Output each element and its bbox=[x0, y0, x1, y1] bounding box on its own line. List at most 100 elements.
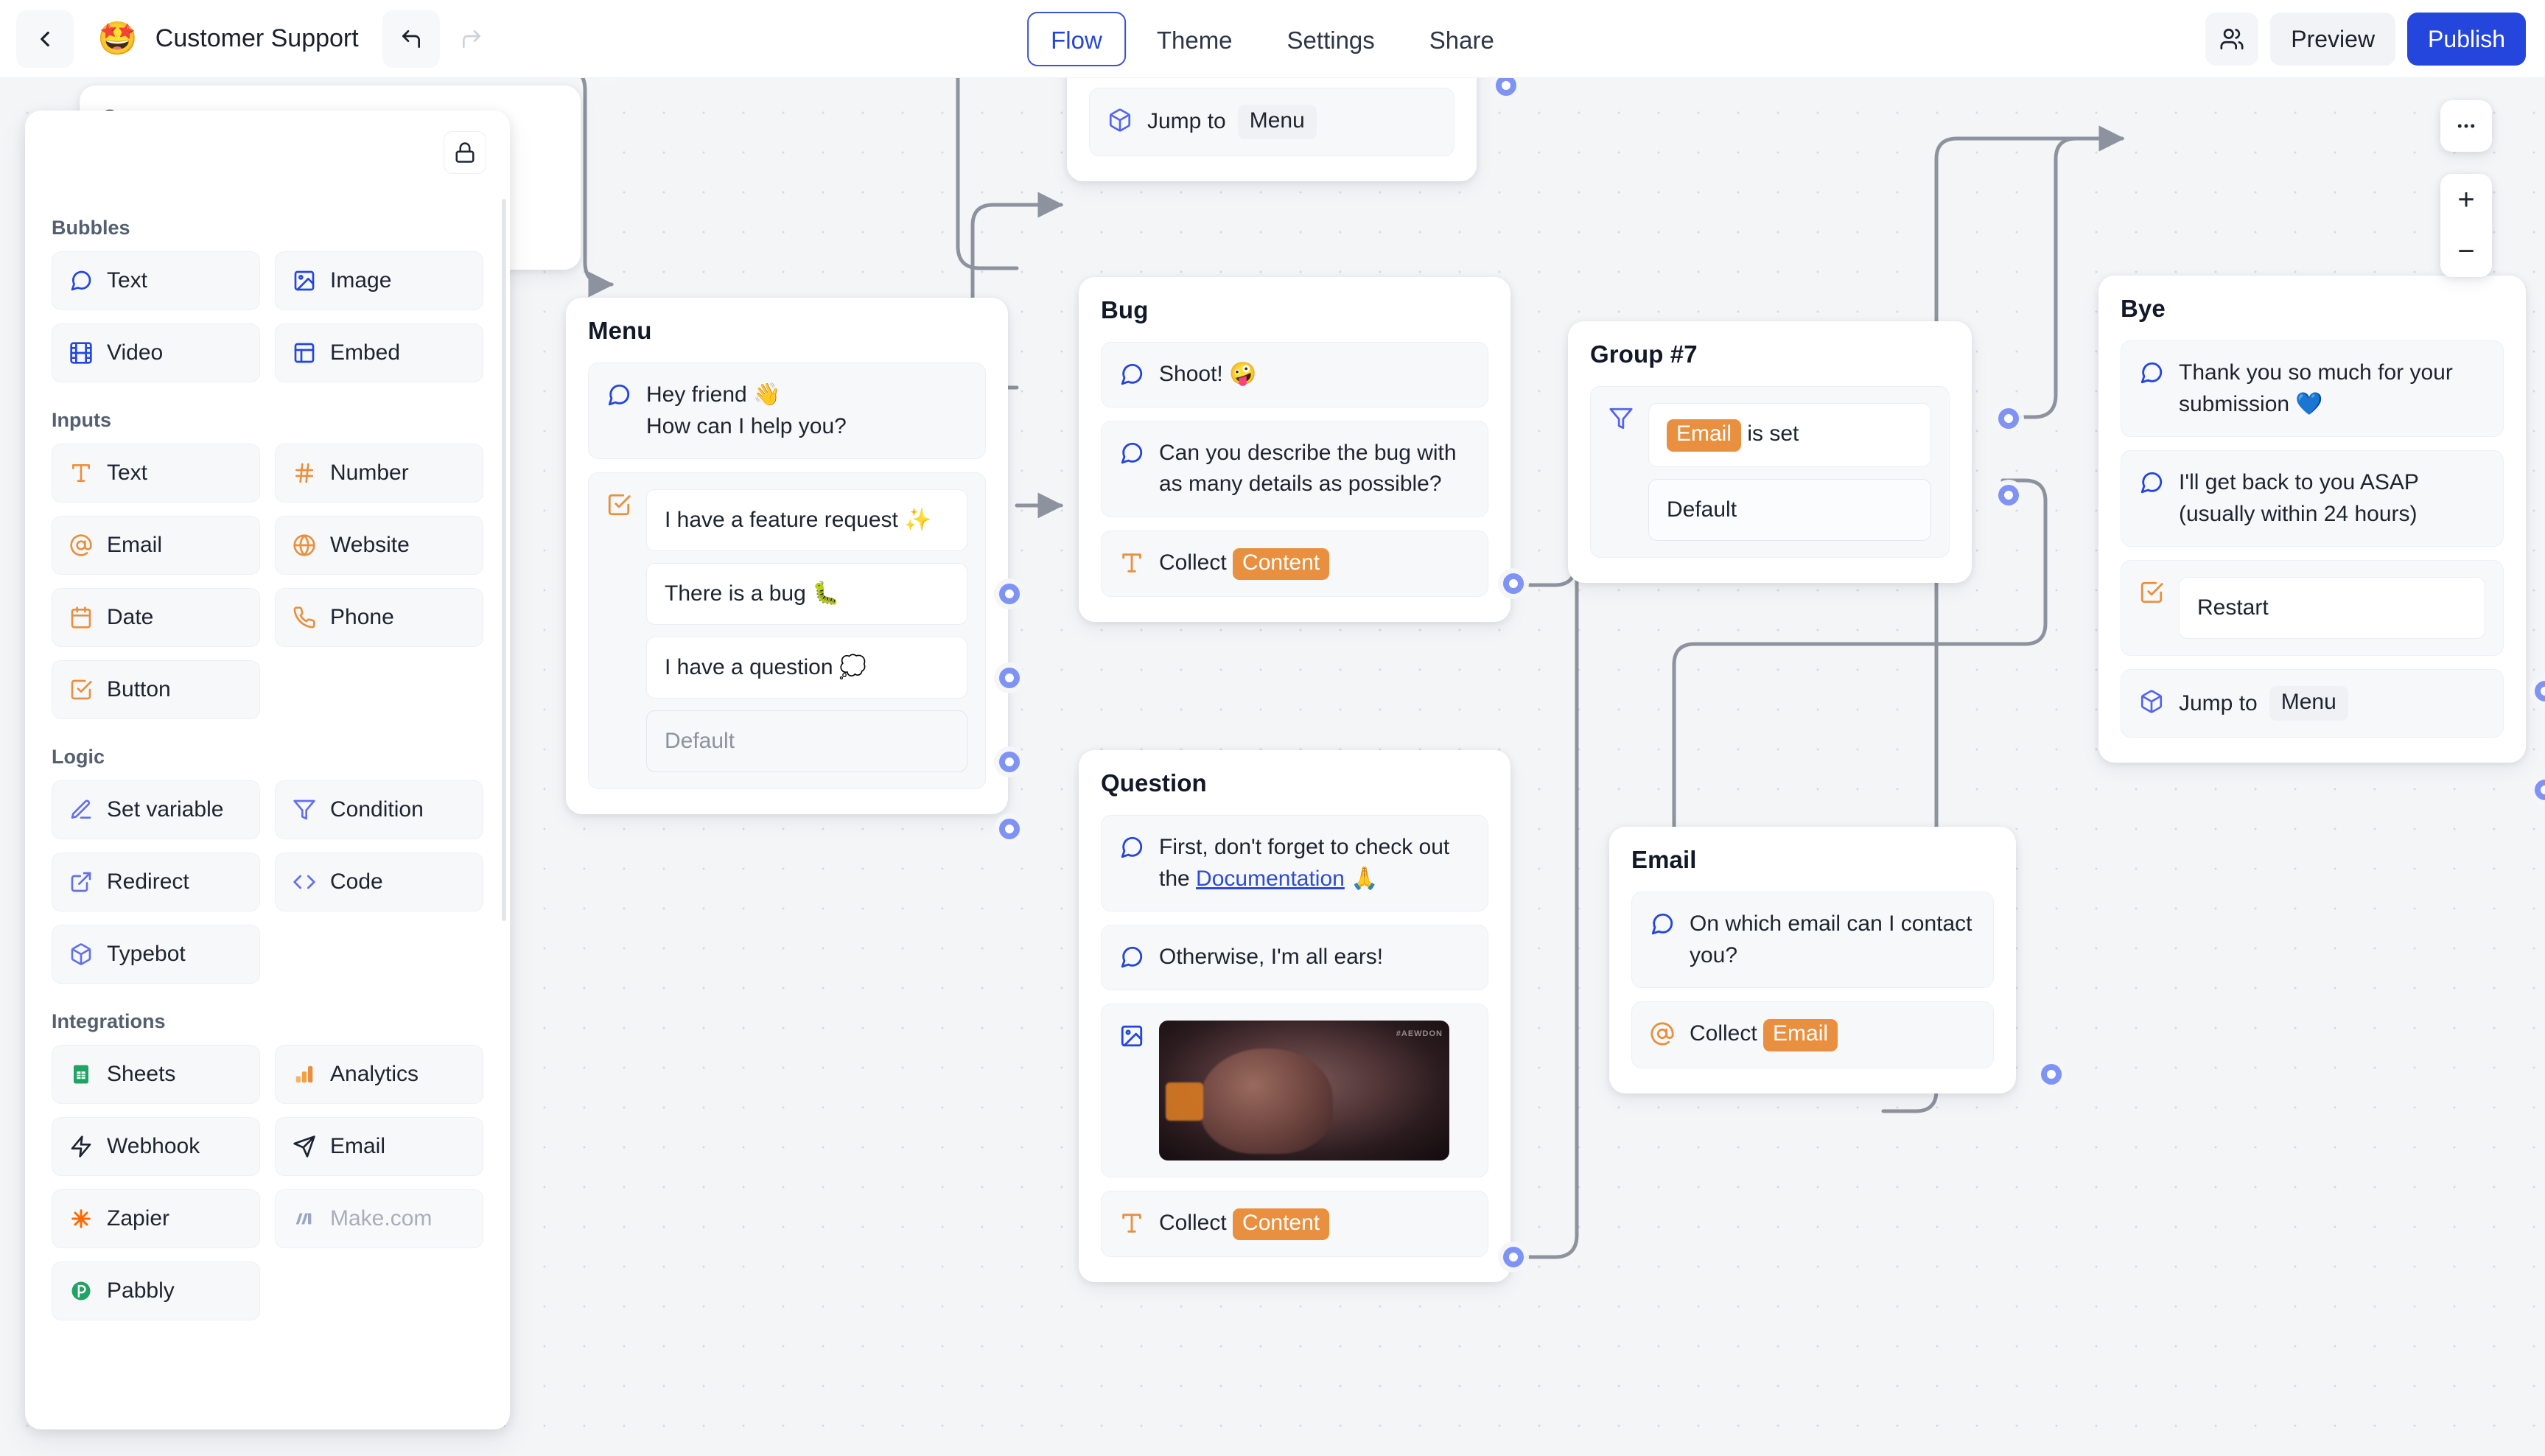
sidebar-item-input-date[interactable]: Date bbox=[52, 588, 260, 647]
collect-variable-email[interactable]: Email bbox=[1763, 1019, 1838, 1051]
group-card-menu[interactable]: Menu Hey friend 👋 How can I help you? I … bbox=[566, 298, 1008, 815]
sidebar-item-input-number[interactable]: Number bbox=[275, 444, 483, 503]
sidebar-item-input-email[interactable]: Email bbox=[52, 516, 260, 575]
block-input-question-collect[interactable]: Collect Content bbox=[1101, 1190, 1488, 1258]
block-condition-group7[interactable]: Email is set Default bbox=[1590, 386, 1950, 558]
sidebar-item-label: Redirect bbox=[107, 869, 189, 894]
menu-choice-2[interactable]: I have a question 💭 bbox=[646, 637, 967, 699]
sidebar-item-bubble-video[interactable]: Video bbox=[52, 323, 260, 382]
connector-dot-group7-0[interactable] bbox=[1998, 408, 2019, 429]
sidebar-item-logic-code[interactable]: Code bbox=[275, 853, 483, 911]
group7-default-branch[interactable]: Default bbox=[1648, 478, 1931, 541]
block-buttons-menu[interactable]: I have a feature request ✨ There is a bu… bbox=[588, 472, 986, 790]
preview-button[interactable]: Preview bbox=[2270, 13, 2396, 66]
tab-settings[interactable]: Settings bbox=[1264, 12, 1398, 66]
block-input-bug-collect[interactable]: Collect Content bbox=[1101, 530, 1488, 598]
tab-flow[interactable]: Flow bbox=[1027, 12, 1126, 66]
ellipsis-icon[interactable] bbox=[2440, 100, 2492, 152]
connector-dot-bug-out[interactable] bbox=[1503, 573, 1524, 594]
block-bubble-question-1[interactable]: Otherwise, I'm all ears! bbox=[1101, 925, 1488, 990]
connector-dot-topcut[interactable] bbox=[1496, 78, 1516, 96]
sidebar-item-logic-condition[interactable]: Condition bbox=[275, 780, 483, 839]
canvas-more-menu[interactable] bbox=[2440, 100, 2492, 152]
sidebar-section-logic: Logic bbox=[52, 746, 105, 768]
connector-dot-menu-2[interactable] bbox=[999, 752, 1020, 772]
group-card-group7[interactable]: Group #7 Email is set Default bbox=[1568, 321, 1972, 583]
block-bubble-email[interactable]: On which email can I contact you? bbox=[1631, 892, 1994, 989]
sidebar-item-label: Text bbox=[107, 461, 148, 485]
group-card-question[interactable]: Question First, don't forget to check ou… bbox=[1079, 750, 1510, 1283]
block-buttons-bye[interactable]: Restart bbox=[2121, 560, 2504, 657]
connector-dot-bye-restart[interactable] bbox=[2535, 681, 2545, 701]
zoom-out-button[interactable]: − bbox=[2440, 225, 2492, 277]
sidebar-item-input-phone[interactable]: Phone bbox=[275, 588, 483, 647]
tab-share[interactable]: Share bbox=[1406, 12, 1518, 66]
sidebar-scrollbar[interactable] bbox=[502, 199, 506, 921]
canvas-zoom-controls[interactable]: + − bbox=[2440, 174, 2492, 277]
sidebar-item-input-website[interactable]: Website bbox=[275, 516, 483, 575]
collect-label-question: Collect bbox=[1159, 1210, 1227, 1235]
sidebar-item-integration-zapier[interactable]: Zapier bbox=[52, 1189, 260, 1248]
sidebar-item-bubble-embed[interactable]: Embed bbox=[275, 323, 483, 382]
publish-button[interactable]: Publish bbox=[2407, 13, 2526, 66]
connector-dot-menu-default[interactable] bbox=[999, 819, 1020, 839]
group7-condition-branch[interactable]: Email is set bbox=[1648, 403, 1931, 467]
sidebar-item-input-button[interactable]: Button bbox=[52, 660, 260, 719]
block-bubble-menu-greeting[interactable]: Hey friend 👋 How can I help you? bbox=[588, 363, 986, 460]
menu-choice-0[interactable]: I have a feature request ✨ bbox=[646, 489, 967, 552]
zoom-in-button[interactable]: + bbox=[2440, 174, 2492, 225]
collect-variable-bug[interactable]: Content bbox=[1233, 547, 1330, 581]
sidebar-item-integration-email[interactable]: Email bbox=[275, 1117, 483, 1176]
jump-target-topcut[interactable]: Menu bbox=[1237, 104, 1317, 139]
sidebar-item-integration-make[interactable]: Make.com bbox=[275, 1189, 483, 1248]
make-icon bbox=[292, 1206, 317, 1231]
sidebar-item-integration-analytics[interactable]: Analytics bbox=[275, 1045, 483, 1104]
connector-dot-menu-1[interactable] bbox=[999, 668, 1020, 688]
lock-sidebar-button[interactable] bbox=[444, 131, 486, 174]
tab-theme[interactable]: Theme bbox=[1133, 12, 1256, 66]
sidebar-item-integration-pabbly[interactable]: Pabbly bbox=[52, 1261, 260, 1320]
group-card-email[interactable]: Email On which email can I contact you? … bbox=[1609, 827, 2016, 1093]
group-card-topcut[interactable]: Jump to Menu bbox=[1067, 78, 1477, 181]
sidebar-item-bubble-image[interactable]: Image bbox=[275, 251, 483, 310]
collaborators-button[interactable] bbox=[2205, 13, 2259, 66]
connector-dot-group7-default[interactable] bbox=[1998, 485, 2019, 505]
connector-dot-email-out[interactable] bbox=[2041, 1064, 2062, 1085]
sidebar-item-label: Phone bbox=[330, 605, 394, 629]
condition-variable-group7[interactable]: Email bbox=[1667, 419, 1742, 452]
block-bubble-bye-1[interactable]: I'll get back to you ASAP (usually withi… bbox=[2121, 450, 2504, 547]
menu-choice-default[interactable]: Default bbox=[646, 710, 967, 773]
bubble-text-question-1: Otherwise, I'm all ears! bbox=[1159, 945, 1384, 970]
block-jump-bye[interactable]: Jump to Menu bbox=[2121, 669, 2504, 738]
group-card-bye[interactable]: Bye Thank you so much for your submissio… bbox=[2098, 276, 2526, 763]
block-bubble-question-0[interactable]: First, don't forget to check out the Doc… bbox=[1101, 815, 1488, 912]
sidebar-item-input-text[interactable]: Text bbox=[52, 444, 260, 503]
menu-choice-1[interactable]: There is a bug 🐛 bbox=[646, 563, 967, 626]
sidebar-item-logic-set-variable[interactable]: Set variable bbox=[52, 780, 260, 839]
sidebar-item-integration-sheets[interactable]: Sheets bbox=[52, 1045, 260, 1104]
connector-dot-question-out[interactable] bbox=[1503, 1247, 1524, 1267]
jump-target-bye[interactable]: Menu bbox=[2269, 686, 2348, 721]
redo-button[interactable] bbox=[443, 10, 500, 68]
sidebar-item-logic-typebot[interactable]: Typebot bbox=[52, 925, 260, 984]
group-card-bug[interactable]: Bug Shoot! 🤪 Can you describe the bug wi… bbox=[1079, 277, 1510, 623]
block-jump-topcut[interactable]: Jump to Menu bbox=[1089, 87, 1454, 156]
sidebar-item-label: Text bbox=[107, 268, 148, 293]
undo-button[interactable] bbox=[382, 10, 440, 68]
block-image-question[interactable]: #AEWDON bbox=[1101, 1003, 1488, 1177]
bye-choice-restart[interactable]: Restart bbox=[2179, 577, 2485, 640]
documentation-link[interactable]: Documentation bbox=[1196, 867, 1345, 891]
question-image-thumbnail[interactable]: #AEWDON bbox=[1159, 1020, 1449, 1161]
block-bubble-bug-1[interactable]: Can you describe the bug with as many de… bbox=[1101, 420, 1488, 517]
back-button[interactable] bbox=[16, 10, 74, 68]
connector-dot-menu-0[interactable] bbox=[999, 584, 1020, 604]
collect-variable-question[interactable]: Content bbox=[1233, 1208, 1330, 1241]
block-bubble-bug-0[interactable]: Shoot! 🤪 bbox=[1101, 342, 1488, 407]
blocks-sidebar[interactable]: Bubbles Text Image Video Embed Inputs Te… bbox=[25, 111, 510, 1429]
block-bubble-bye-0[interactable]: Thank you so much for your submission 💙 bbox=[2121, 340, 2504, 438]
sidebar-item-integration-webhook[interactable]: Webhook bbox=[52, 1117, 260, 1176]
connector-dot-bye-jump[interactable] bbox=[2535, 780, 2545, 800]
sidebar-item-logic-redirect[interactable]: Redirect bbox=[52, 853, 260, 911]
sidebar-item-bubble-text[interactable]: Text bbox=[52, 251, 260, 310]
block-input-email-collect[interactable]: Collect Email bbox=[1631, 1001, 1994, 1068]
